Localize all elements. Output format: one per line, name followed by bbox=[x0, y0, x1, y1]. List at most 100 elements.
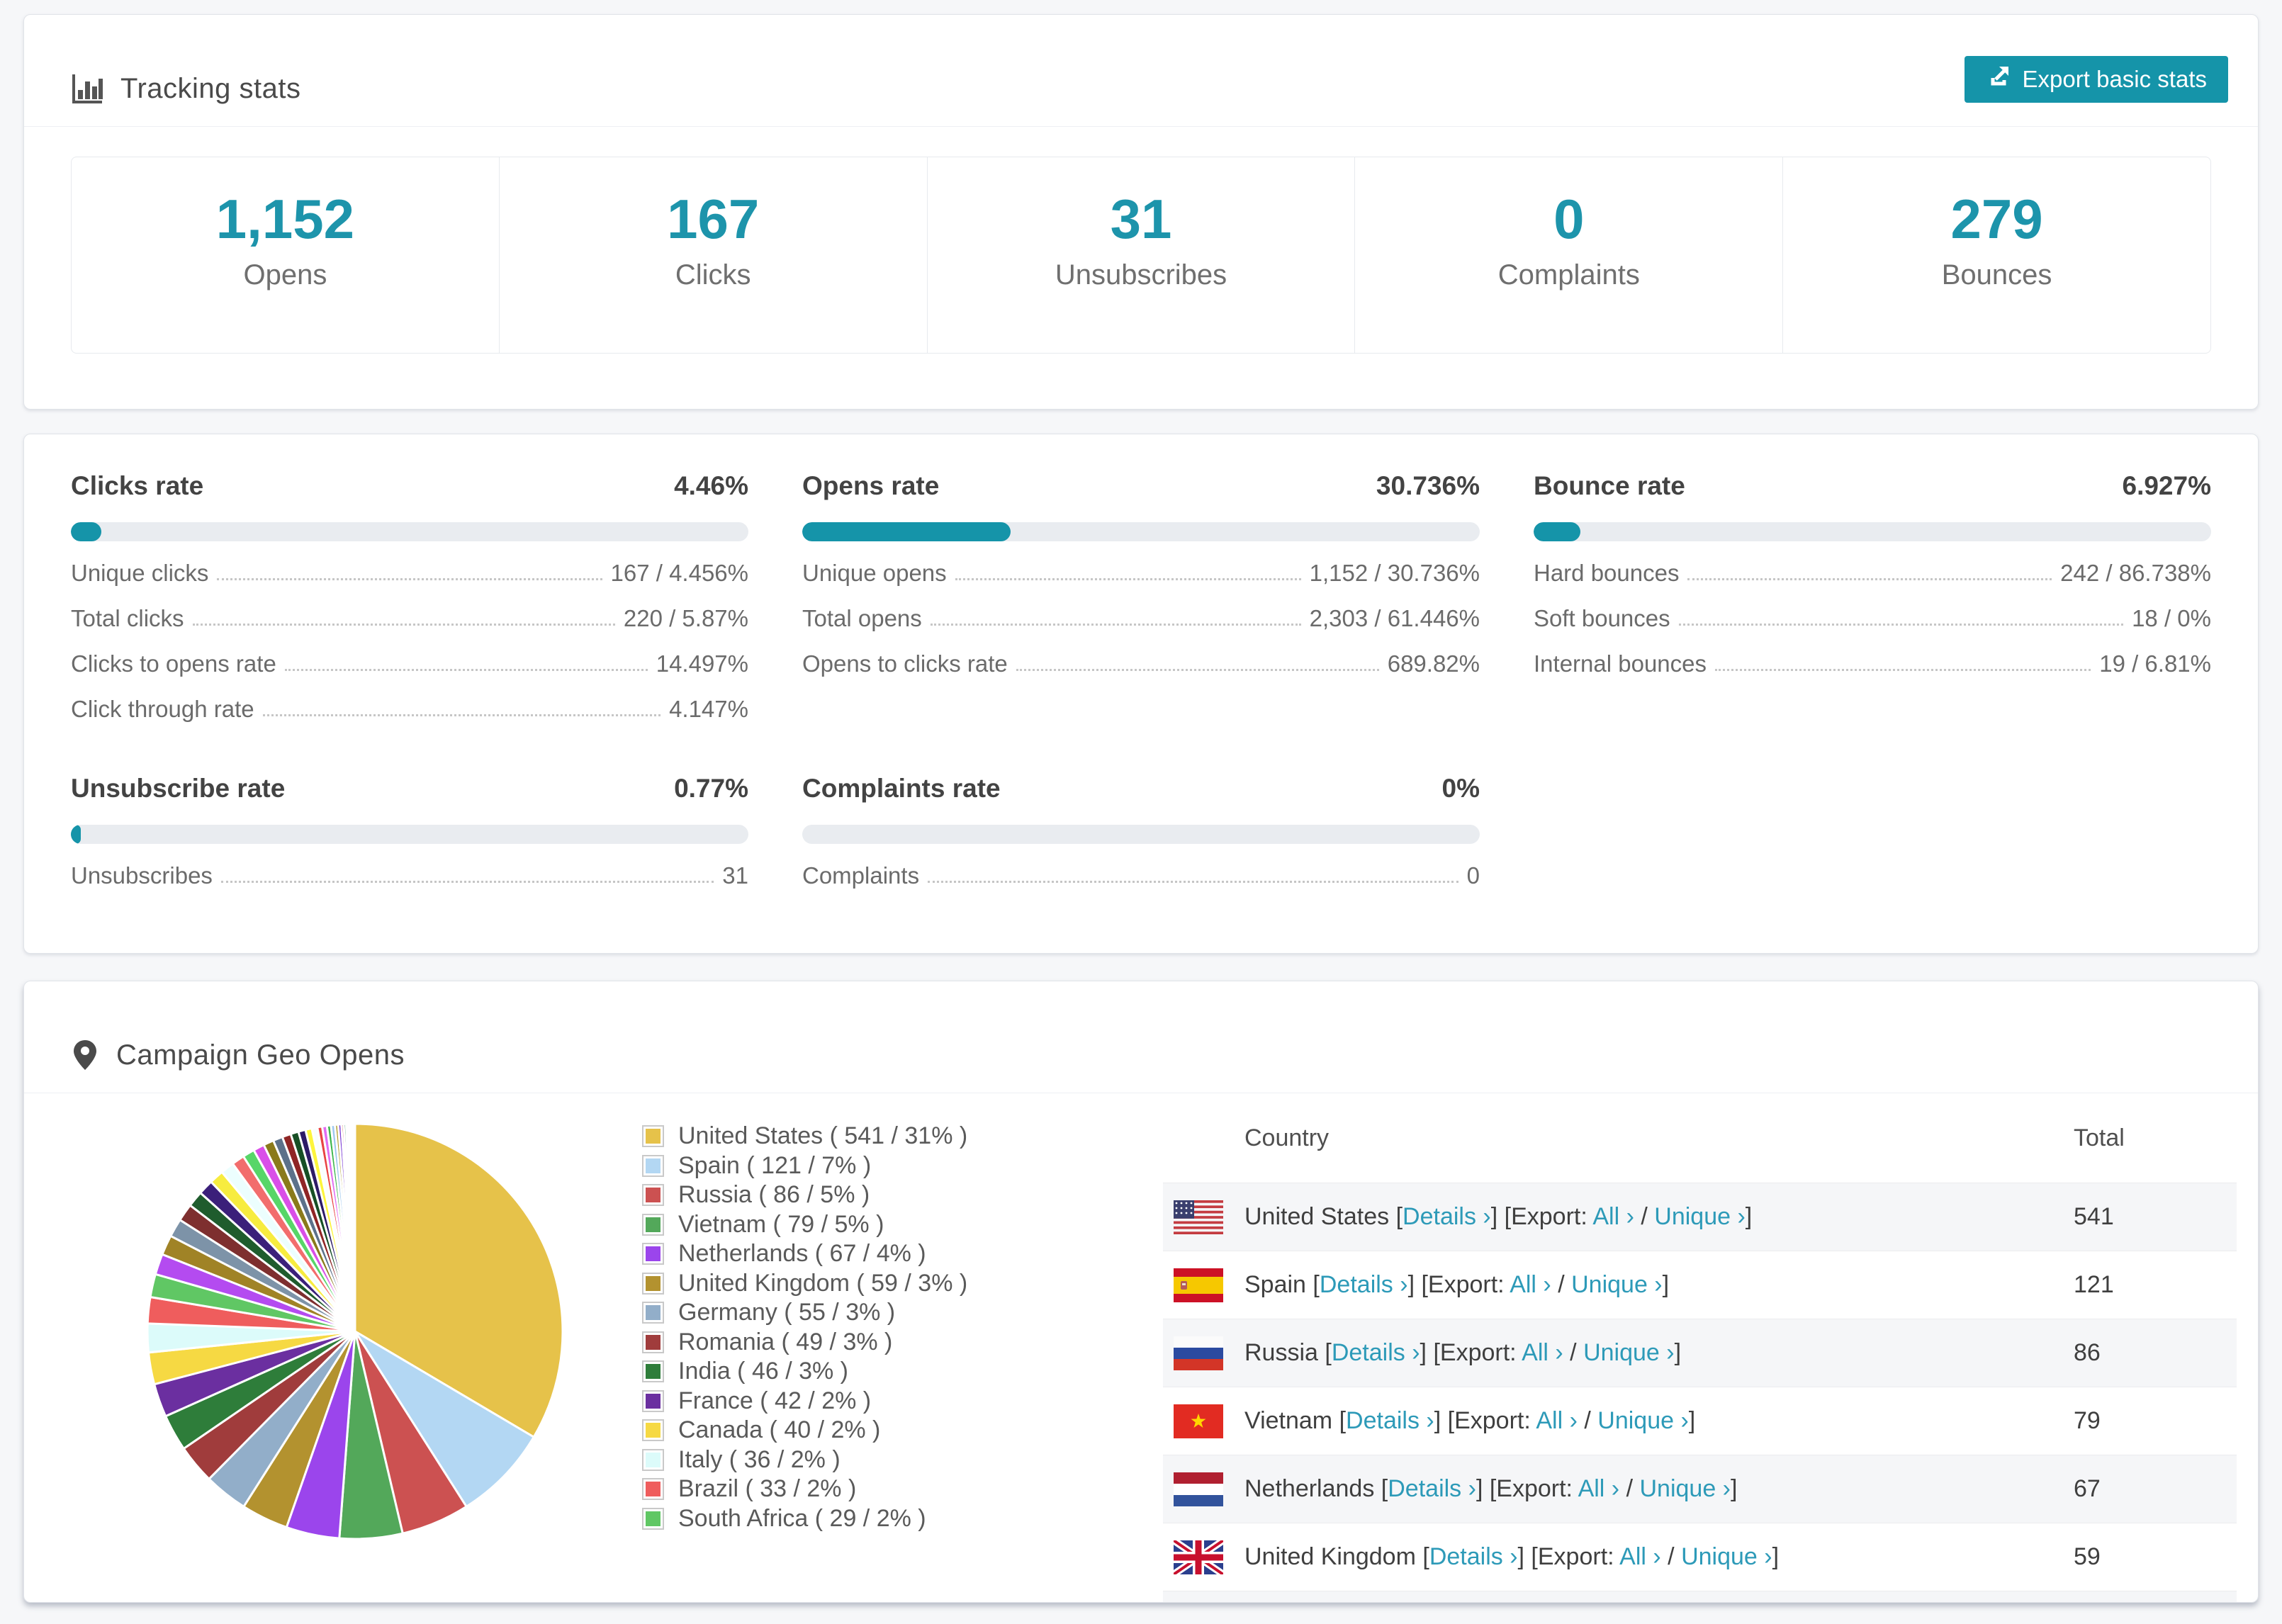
stat-row: Total opens 2,303 / 61.446% bbox=[802, 605, 1480, 631]
rate-value: 0.77% bbox=[674, 774, 748, 803]
legend-item: Netherlands ( 67 / 4% ) bbox=[642, 1239, 967, 1269]
stat-row: Click through rate 4.147% bbox=[71, 696, 748, 722]
details-link[interactable]: Details › bbox=[1403, 1203, 1491, 1230]
bar-chart-icon bbox=[71, 73, 103, 106]
map-pin-icon bbox=[71, 1039, 99, 1073]
legend-label: South Africa ( 29 / 2% ) bbox=[678, 1504, 926, 1532]
legend-label: Germany ( 55 / 3% ) bbox=[678, 1299, 896, 1326]
summary-label: Opens bbox=[243, 259, 327, 291]
legend-swatch bbox=[642, 1448, 664, 1471]
geo-table-body: United States [Details ›] [Export: All ›… bbox=[1163, 1183, 2237, 1602]
legend-label: Brazil ( 33 / 2% ) bbox=[678, 1475, 857, 1503]
country-name: United States bbox=[1244, 1203, 1390, 1230]
legend-label: Russia ( 86 / 5% ) bbox=[678, 1181, 870, 1209]
stat-row: Internal bounces 19 / 6.81% bbox=[1534, 650, 2211, 677]
stat-row: Unsubscribes 31 bbox=[71, 862, 748, 889]
stat-row: Clicks to opens rate 14.497% bbox=[71, 650, 748, 677]
legend-swatch bbox=[642, 1213, 664, 1236]
legend-item: Russia ( 86 / 5% ) bbox=[642, 1180, 967, 1210]
details-link[interactable]: Details › bbox=[1388, 1475, 1476, 1502]
legend-swatch bbox=[642, 1419, 664, 1442]
geo-table-header: Country Total bbox=[1163, 1093, 2237, 1183]
export-all-link[interactable]: All › bbox=[1592, 1203, 1634, 1230]
export-unique-link[interactable]: Unique › bbox=[1597, 1407, 1689, 1434]
export-unique-link[interactable]: Unique › bbox=[1583, 1339, 1675, 1366]
rate-progress-bar bbox=[1534, 522, 2211, 541]
geo-opens-legend: United States ( 541 / 31% ) Spain ( 121 /… bbox=[642, 1122, 967, 1533]
legend-item: Romania ( 49 / 3% ) bbox=[642, 1328, 967, 1358]
summary-value: 1,152 bbox=[215, 188, 354, 250]
rate-title: Unsubscribe rate bbox=[71, 774, 286, 803]
export-all-link[interactable]: All › bbox=[1578, 1475, 1620, 1502]
geo-opens-card: Campaign Geo Opens United States ( 541 /… bbox=[23, 981, 2259, 1603]
legend-item: United Kingdom ( 59 / 3% ) bbox=[642, 1269, 967, 1299]
rate-value: 0% bbox=[1441, 774, 1480, 803]
rate-title: Complaints rate bbox=[802, 774, 1001, 803]
details-link[interactable]: Details › bbox=[1332, 1339, 1420, 1366]
summary-box-complaints: 0 Complaints bbox=[1355, 157, 1784, 353]
legend-item: Brazil ( 33 / 2% ) bbox=[642, 1474, 967, 1504]
legend-label: Vietnam ( 79 / 5% ) bbox=[678, 1210, 884, 1238]
stat-row: Unique opens 1,152 / 30.736% bbox=[802, 560, 1480, 586]
legend-label: Canada ( 40 / 2% ) bbox=[678, 1416, 881, 1444]
rate-block: Opens rate 30.736% Unique opens 1,152 / 30.… bbox=[802, 471, 1480, 723]
details-link[interactable]: Details › bbox=[1429, 1543, 1518, 1570]
summary-label: Bounces bbox=[1941, 259, 2052, 291]
geo-opens-title: Campaign Geo Opens bbox=[116, 1039, 405, 1071]
export-all-link[interactable]: All › bbox=[1522, 1339, 1563, 1366]
legend-item: Germany ( 55 / 3% ) bbox=[642, 1298, 967, 1328]
legend-swatch bbox=[642, 1331, 664, 1353]
export-all-link[interactable]: All › bbox=[1619, 1543, 1661, 1570]
geo-table-row: Russia [Details ›] [Export: All › / Uniq… bbox=[1163, 1319, 2237, 1387]
legend-item: Spain ( 121 / 7% ) bbox=[642, 1151, 967, 1181]
summary-value: 31 bbox=[1110, 188, 1172, 250]
country-cell: Vietnam [Details ›] [Export: All › / Uni… bbox=[1244, 1407, 1696, 1434]
rates-card: Clicks rate 4.46% Unique clicks 167 / 4.456… bbox=[23, 434, 2259, 954]
rate-value: 4.46% bbox=[674, 471, 748, 500]
summary-stats: 1,152 Opens 167 Clicks 31 Unsubscribes 0 Compla… bbox=[71, 157, 2211, 354]
rate-value: 30.736% bbox=[1376, 471, 1480, 500]
legend-label: France ( 42 / 2% ) bbox=[678, 1387, 872, 1414]
country-cell: Spain [Details ›] [Export: All › / Uniqu… bbox=[1244, 1271, 1670, 1298]
page: Tracking stats Export basic stats 1,152 O… bbox=[0, 0, 2282, 1624]
rate-progress-bar bbox=[802, 522, 1480, 541]
export-basic-stats-button[interactable]: Export basic stats bbox=[1964, 56, 2228, 103]
country-name: Russia bbox=[1244, 1339, 1318, 1366]
legend-item: Italy ( 36 / 2% ) bbox=[642, 1445, 967, 1475]
pie-slice bbox=[353, 1122, 356, 1332]
export-unique-link[interactable]: Unique › bbox=[1571, 1271, 1663, 1298]
details-link[interactable]: Details › bbox=[1320, 1271, 1408, 1298]
export-unique-link[interactable]: Unique › bbox=[1639, 1475, 1731, 1502]
summary-label: Complaints bbox=[1497, 259, 1640, 291]
legend-swatch bbox=[642, 1389, 664, 1412]
tracking-stats-header: Tracking stats Export basic stats bbox=[24, 15, 2258, 127]
rate-progress-bar bbox=[71, 825, 748, 844]
stat-row: Unique clicks 167 / 4.456% bbox=[71, 560, 748, 586]
rates-grid: Clicks rate 4.46% Unique clicks 167 / 4.456… bbox=[24, 434, 2258, 926]
details-link[interactable]: Details › bbox=[1346, 1407, 1434, 1434]
legend-swatch bbox=[642, 1243, 664, 1265]
legend-label: Italy ( 36 / 2% ) bbox=[678, 1445, 841, 1473]
stat-row: Complaints 0 bbox=[802, 862, 1480, 889]
legend-swatch bbox=[642, 1507, 664, 1530]
geo-table-row: United States [Details ›] [Export: All ›… bbox=[1163, 1183, 2237, 1251]
export-unique-link[interactable]: Unique › bbox=[1654, 1203, 1746, 1230]
country-cell: United Kingdom [Details ›] [Export: All … bbox=[1244, 1543, 1780, 1570]
rate-progress-bar bbox=[71, 522, 748, 541]
legend-label: Spain ( 121 / 7% ) bbox=[678, 1151, 872, 1179]
legend-label: United Kingdom ( 59 / 3% ) bbox=[678, 1269, 968, 1297]
rate-block: Unsubscribe rate 0.77% Unsubscribes 31 bbox=[71, 774, 748, 889]
export-all-link[interactable]: All › bbox=[1536, 1407, 1578, 1434]
legend-label: Netherlands ( 67 / 4% ) bbox=[678, 1240, 926, 1268]
legend-label: Romania ( 49 / 3% ) bbox=[678, 1328, 893, 1355]
nl-flag-icon bbox=[1174, 1472, 1223, 1506]
legend-item: France ( 42 / 2% ) bbox=[642, 1387, 967, 1416]
export-unique-link[interactable]: Unique › bbox=[1681, 1543, 1772, 1570]
export-all-link[interactable]: All › bbox=[1510, 1271, 1551, 1298]
country-cell: United States [Details ›] [Export: All ›… bbox=[1244, 1203, 1753, 1230]
summary-label: Clicks bbox=[675, 259, 751, 291]
legend-label: United States ( 541 / 31% ) bbox=[678, 1122, 968, 1150]
legend-swatch bbox=[642, 1302, 664, 1324]
stat-row: Hard bounces 242 / 86.738% bbox=[1534, 560, 2211, 586]
legend-item: Canada ( 40 / 2% ) bbox=[642, 1416, 967, 1445]
